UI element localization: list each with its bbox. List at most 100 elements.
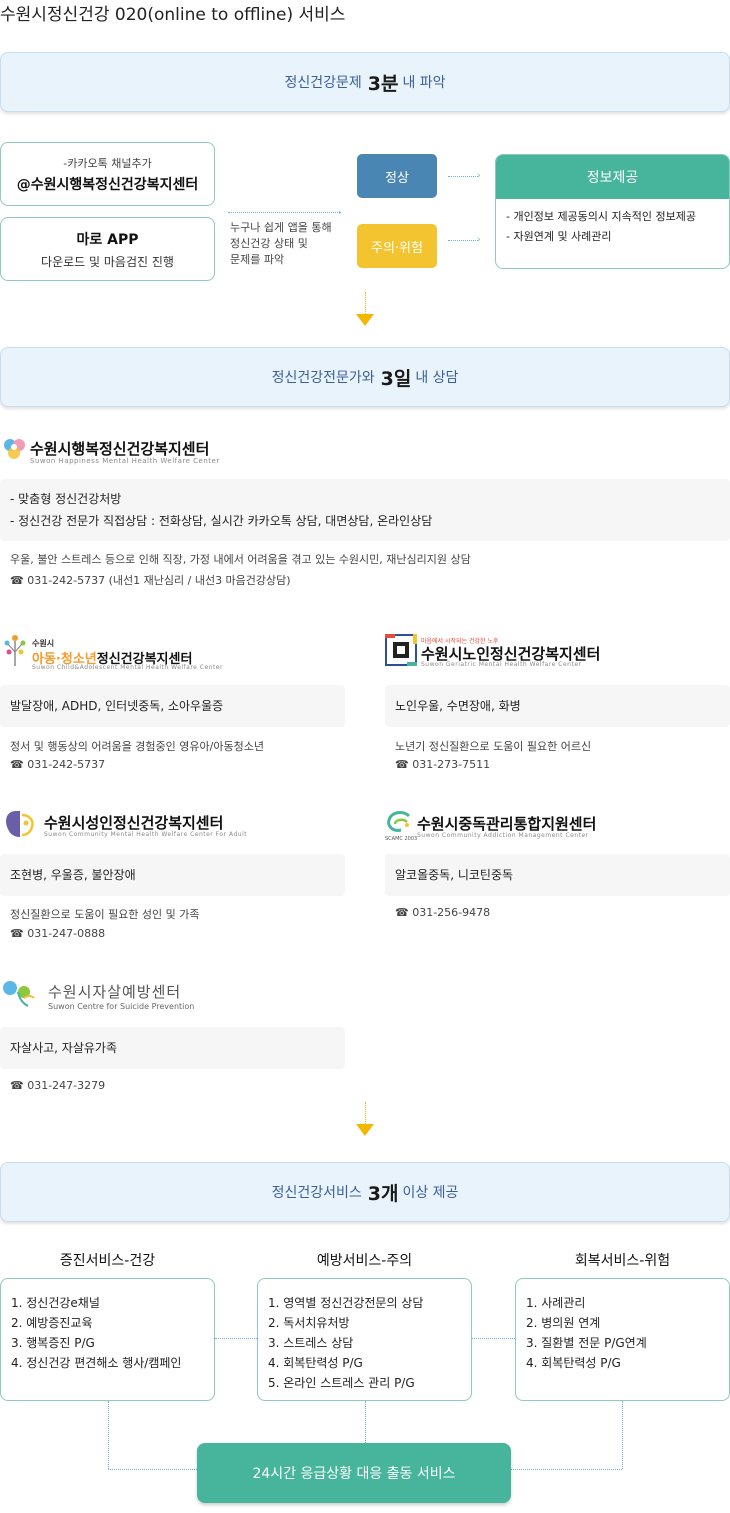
status-normal: 정상	[357, 154, 437, 198]
service-item: 4. 회복탄력성 P/G	[526, 1356, 621, 1370]
page-title: 수원시정신건강 020(online to offline) 서비스	[0, 5, 346, 25]
service-item: 4. 정신건강 편견해소 행사/캠페인	[11, 1356, 182, 1370]
app-line2: 다운로드 및 마음검진 진행	[41, 254, 174, 269]
banner-pre: 정신건강전문가와	[271, 370, 375, 386]
app-line1: 마로 APP	[76, 231, 139, 248]
emergency-service-button[interactable]: 24시간 응급상황 대응 출동 서비스	[197, 1443, 511, 1503]
info-item: - 개인정보 제공동의시 지속적인 정보제공	[506, 210, 696, 223]
happy-center-name: 수원시행복정신건강복지센터	[30, 440, 210, 458]
banner-big: 3개	[367, 1182, 399, 1205]
arrow-down-icon	[356, 1124, 374, 1136]
happy-center-item: - 정신건강 전문가 직접상담 : 전화상담, 실시간 카카오톡 상담, 대면상…	[10, 514, 433, 528]
dotted-arrow-line	[448, 176, 478, 177]
info-items: - 개인정보 제공동의시 지속적인 정보제공 - 자원연계 및 사례관리	[496, 199, 729, 247]
service-item: 5. 온라인 스트레스 관리 P/G	[268, 1376, 415, 1390]
service-item: 3. 질환별 전문 P/G연계	[526, 1336, 647, 1350]
dotted-arrow-line	[448, 240, 478, 241]
service-item: 2. 독서치유처방	[268, 1316, 350, 1330]
suicide-center-sub: Suwon Centre for Suicide Prevention	[48, 1002, 195, 1011]
banner-post: 내 상담	[415, 370, 459, 386]
elder-center-sub: Suwon Geriatric Mental Health Welfare Ce…	[421, 661, 582, 668]
banner-post: 내 파악	[402, 75, 446, 91]
happy-center-phone[interactable]: ☎ 031-242-5737 (내선1 재난심리 / 내선3 마음건강상담)	[10, 572, 291, 588]
banner-post: 이상 제공	[402, 1185, 459, 1201]
adult-center-logo-icon	[2, 809, 38, 843]
suicide-center-box: 자살사고, 자살유가족	[0, 1027, 345, 1069]
child-center-phone[interactable]: ☎ 031-242-5737	[10, 758, 105, 771]
elder-center-desc: 노년기 정신질환으로 도움이 필요한 어르신	[395, 740, 592, 753]
addiction-center-tag: SCAMC 2003	[385, 836, 418, 842]
middle-note-line: 누구나 쉽게 앱을 통해	[230, 221, 332, 234]
status-caution: 주의·위험	[357, 224, 437, 268]
adult-center-desc: 정신질환으로 도움이 필요한 성인 및 가족	[10, 908, 200, 921]
info-item: - 자원연계 및 사례관리	[506, 230, 612, 243]
service-box-promotion: 1. 정신건강e채널 2. 예방증진교육 3. 행복증진 P/G 4. 정신건강…	[0, 1278, 215, 1401]
service-title-recovery: 회복서비스-위험	[574, 1253, 671, 1269]
service-title-prevention: 예방서비스-주의	[316, 1253, 413, 1269]
suicide-center-logo-icon	[2, 978, 44, 1014]
kakao-line1: -카카오톡 채널추가	[63, 156, 152, 170]
service-item: 1. 사례관리	[526, 1296, 586, 1310]
banner-pre: 정신건강서비스	[271, 1185, 362, 1201]
addiction-center-phone[interactable]: ☎ 031-256-9478	[395, 906, 490, 919]
arrow-right-icon: ›	[338, 208, 342, 218]
middle-note-line: 문제를 파악	[230, 253, 285, 266]
service-item: 3. 행복증진 P/G	[11, 1336, 95, 1350]
adult-center-box: 조현병, 우울증, 불안장애	[0, 854, 345, 896]
happy-center-logo-icon	[2, 436, 28, 466]
info-header: 정보제공	[496, 155, 729, 199]
service-item: 2. 예방증진교육	[11, 1316, 93, 1330]
adult-center-name: 수원시성인정신건강복지센터	[44, 814, 224, 832]
banner-big: 3분	[367, 72, 399, 95]
arrow-down-icon	[356, 314, 374, 326]
connector-line	[365, 1401, 366, 1443]
elder-center-logo-icon	[385, 634, 417, 670]
banner-3day: 정신건강전문가와 3일 내 상담	[0, 347, 730, 407]
banner-pre: 정신건강문제	[284, 75, 362, 91]
elder-center-phone[interactable]: ☎ 031-273-7511	[395, 758, 490, 771]
happy-center-sub: Suwon Happiness Mental Health Welfare Ce…	[30, 457, 220, 465]
connector-line	[622, 1401, 623, 1469]
suicide-center-name: 수원시자살예방센터	[48, 983, 182, 1001]
child-center-box: 발달장애, ADHD, 인터넷중독, 소아우울증	[0, 685, 345, 727]
service-title-promotion: 증진서비스-건강	[59, 1253, 156, 1269]
happy-center-desc: 우울, 불안 스트레스 등으로 인해 직장, 가정 내에서 어려움을 겪고 있는…	[10, 553, 471, 566]
middle-note-line: 정신건강 상태 및	[230, 237, 308, 250]
info-box: 정보제공 - 개인정보 제공동의시 지속적인 정보제공 - 자원연계 및 사례관…	[495, 154, 730, 269]
adult-center-sub: Suwon Community Mental Health Welfare Ce…	[44, 831, 248, 838]
happy-center-box: - 맞춤형 정신건강처방 - 정신건강 전문가 직접상담 : 전화상담, 실시간…	[0, 479, 730, 541]
happy-center-item: - 맞춤형 정신건강처방	[10, 492, 122, 506]
service-box-recovery: 1. 사례관리 2. 병의원 연계 3. 질환별 전문 P/G연계 4. 회복탄…	[515, 1278, 730, 1401]
service-item: 2. 병의원 연계	[526, 1316, 601, 1330]
connector-line	[215, 1338, 257, 1339]
maro-app-box[interactable]: 마로 APP 다운로드 및 마음검진 진행	[0, 217, 215, 281]
arrow-right-icon: ›	[477, 235, 481, 245]
dotted-down-line	[365, 292, 366, 316]
addiction-center-sub: Suwon Community Addiction Management Cen…	[417, 832, 589, 839]
addiction-center-box: 알코올중독, 니코틴중독	[385, 854, 730, 896]
kakao-channel-box[interactable]: -카카오톡 채널추가 @수원시행복정신건강복지센터	[0, 142, 215, 206]
child-center-logo-icon	[2, 632, 28, 674]
suicide-center-phone[interactable]: ☎ 031-247-3279	[10, 1079, 105, 1092]
dotted-down-line	[365, 1102, 366, 1126]
child-center-sub: Suwon Child&Adolescent Mental Health Wel…	[32, 664, 223, 671]
adult-center-phone[interactable]: ☎ 031-247-0888	[10, 927, 105, 940]
connector-line	[472, 1338, 515, 1339]
service-item: 1. 영역별 정신건강전문의 상담	[268, 1296, 424, 1310]
middle-note: 누구나 쉽게 앱을 통해 정신건강 상태 및 문제를 파악	[230, 220, 350, 268]
banner-3services: 정신건강서비스 3개 이상 제공	[0, 1162, 730, 1222]
kakao-line2: @수원시행복정신건강복지센터	[16, 176, 199, 193]
dotted-arrow-line	[228, 212, 340, 213]
connector-line	[511, 1469, 622, 1470]
connector-line	[108, 1401, 109, 1469]
arrow-right-icon: ›	[477, 171, 481, 181]
child-center-desc: 정서 및 행동상의 어려움을 경험중인 영유아/아동청소년	[10, 740, 264, 753]
service-item: 1. 정신건강e채널	[11, 1296, 100, 1310]
service-box-prevention: 1. 영역별 정신건강전문의 상담 2. 독서치유처방 3. 스트레스 상담 4…	[257, 1278, 472, 1401]
addiction-center-name: 수원시중독관리통합지원센터	[417, 815, 597, 833]
service-item: 4. 회복탄력성 P/G	[268, 1356, 363, 1370]
banner-3min: 정신건강문제 3분 내 파악	[0, 52, 730, 112]
banner-big: 3일	[380, 367, 412, 390]
service-item: 3. 스트레스 상담	[268, 1336, 354, 1350]
connector-line	[108, 1469, 197, 1470]
